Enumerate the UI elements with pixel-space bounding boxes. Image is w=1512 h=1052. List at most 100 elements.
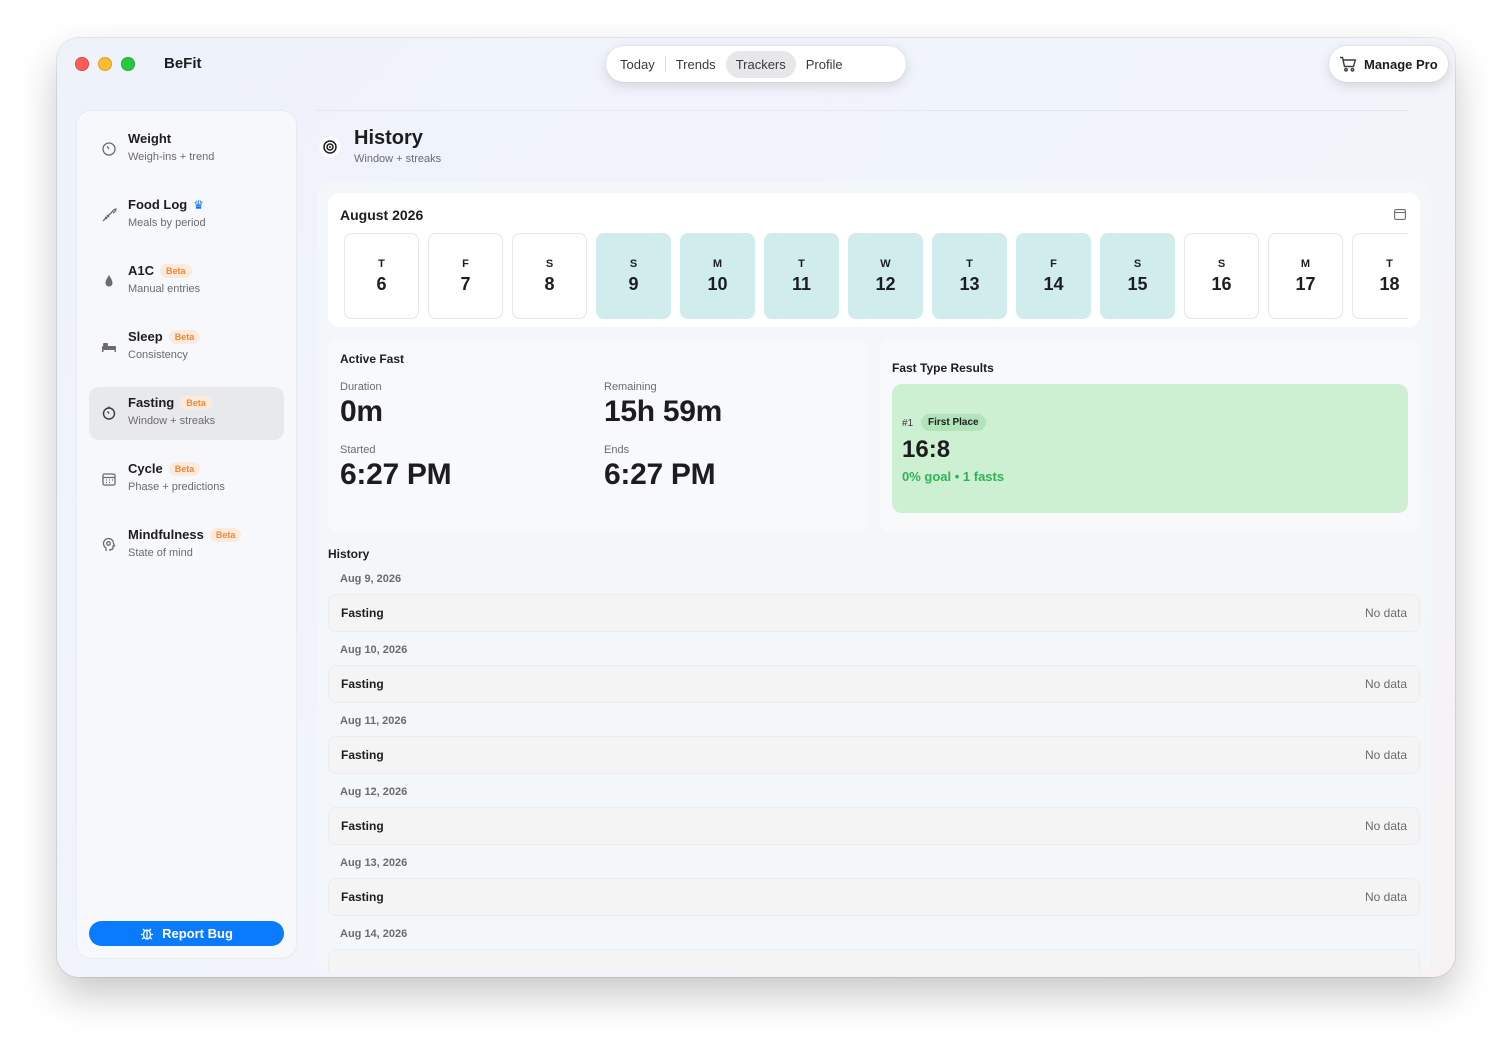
calendar-day-number: 18 xyxy=(1379,273,1400,294)
result-meta: 0% goal • 1 fasts xyxy=(902,469,1005,484)
calendar-day-letter: T xyxy=(798,257,805,270)
calendar-day[interactable]: F7 xyxy=(428,233,503,319)
calendar-day[interactable]: S8 xyxy=(512,233,587,319)
duration-label: Duration xyxy=(340,381,382,393)
history-row-value: No data xyxy=(1364,606,1407,620)
history-row[interactable]: Fasting No data xyxy=(328,736,1420,774)
beta-badge: Beta xyxy=(160,263,192,278)
drop-icon xyxy=(105,275,113,287)
sidebar-item-cycle[interactable]: Cycle Beta Phase + predictions xyxy=(89,453,284,506)
calendar-day-number: 14 xyxy=(1043,273,1064,294)
beta-badge: Beta xyxy=(168,461,201,476)
history-row-value: No data xyxy=(1364,748,1407,762)
remaining-value: 15h 59m xyxy=(604,395,722,428)
result-item[interactable]: #1 First Place 16:8 0% goal • 1 fasts xyxy=(892,384,1408,513)
calendar-day-number: 17 xyxy=(1295,273,1316,294)
calendar-day[interactable]: F 14 xyxy=(1016,233,1091,319)
tab-today[interactable]: Today xyxy=(610,51,665,78)
sidebar-item-title: Mindfulness Beta xyxy=(128,527,242,542)
history-date: Aug 13, 2026 xyxy=(340,857,408,869)
started-label: Started xyxy=(340,444,376,456)
sidebar-item-title: Fasting Beta xyxy=(128,395,212,410)
history-date: Aug 14, 2026 xyxy=(340,928,408,940)
calendar-day-number: 16 xyxy=(1211,273,1232,294)
page-title: History xyxy=(354,127,423,149)
history-row-label: Fasting xyxy=(341,748,384,762)
manage-pro-label: Manage Pro xyxy=(1364,56,1438,72)
calendar-day[interactable]: T 11 xyxy=(764,233,839,319)
sidebar-item-fasting[interactable]: Fasting Beta Window + streaks xyxy=(89,387,284,440)
history-row-value: No data xyxy=(1364,677,1407,691)
beta-badge: Beta xyxy=(168,329,201,344)
sidebar-item-food-log[interactable]: Food Log ♛ Meals by period xyxy=(89,189,284,242)
scale-icon xyxy=(102,142,116,156)
calendar-day-number: 9 xyxy=(628,273,639,294)
tab-trends[interactable]: Trends xyxy=(666,51,726,78)
sidebar-item-title: A1C Beta xyxy=(128,263,192,278)
sidebar-item-subtitle: Meals by period xyxy=(128,217,206,229)
cart-icon xyxy=(1340,56,1357,72)
history-date: Aug 9, 2026 xyxy=(340,573,402,585)
calendar-day-number: 8 xyxy=(544,273,555,294)
calendar-icon[interactable] xyxy=(1394,209,1406,220)
history-row[interactable]: Fasting No data xyxy=(328,878,1420,916)
close-window-button[interactable] xyxy=(75,57,89,71)
calendar-day-number: 7 xyxy=(460,273,471,294)
calendar-day-letter: M xyxy=(1300,257,1311,270)
calendar-day[interactable]: M 17 xyxy=(1268,233,1343,319)
calendar-day-letter: F xyxy=(1050,257,1057,270)
history-row-label: Fasting xyxy=(341,819,384,833)
report-bug-button[interactable]: Report Bug xyxy=(89,921,284,946)
calendar-day-letter: W xyxy=(880,257,891,270)
started-value: 6:27 PM xyxy=(340,458,452,491)
manage-pro-button[interactable]: Manage Pro xyxy=(1329,46,1448,82)
history-row-value: No data xyxy=(1364,819,1407,833)
sidebar-item-a1c[interactable]: A1C Beta Manual entries xyxy=(89,255,284,308)
header-divider xyxy=(316,110,1409,111)
remaining-label: Remaining xyxy=(604,381,657,393)
calendar-day-number: 6 xyxy=(376,273,387,294)
calendar-day[interactable]: T 13 xyxy=(932,233,1007,319)
tab-bar: Today Trends Trackers Profile xyxy=(606,46,906,82)
report-bug-label: Report Bug xyxy=(162,926,233,941)
calendar-day-number: 11 xyxy=(791,273,812,294)
calendar-month: August 2026 xyxy=(340,207,424,223)
calendar-day-letter: S xyxy=(545,257,554,270)
calendar-day[interactable]: M 10 xyxy=(680,233,755,319)
sidebar-item-title: Weight xyxy=(128,131,172,146)
calendar-day[interactable]: S 15 xyxy=(1100,233,1175,319)
sidebar-item-title: Sleep Beta xyxy=(128,329,201,344)
duration-value: 0m xyxy=(340,395,383,428)
sidebar-item-subtitle: Consistency xyxy=(128,349,188,361)
history-row[interactable]: Fasting No data xyxy=(328,807,1420,845)
history-row-label: Fasting xyxy=(341,606,384,620)
history-row[interactable]: Fasting No data xyxy=(328,665,1420,703)
sidebar-item-title: Food Log ♛ xyxy=(128,197,204,212)
zoom-window-button[interactable] xyxy=(121,57,135,71)
sidebar-item-sleep[interactable]: Sleep Beta Consistency xyxy=(89,321,284,374)
sidebar-item-mindfulness[interactable]: Mindfulness Beta State of mind xyxy=(89,519,284,572)
calendar-day[interactable]: T 18 xyxy=(1352,233,1408,319)
calendar-day-number: 15 xyxy=(1127,273,1148,294)
history-date: Aug 11, 2026 xyxy=(340,715,407,727)
active-fast-title: Active Fast xyxy=(340,352,405,366)
calendar-card: August 2026 T 6 F 7 S 8 S 9 M 10 T 11 W 12 T 13 F 14 S 15 S 1… xyxy=(328,193,1420,327)
calendar-day-letter: F xyxy=(462,257,469,270)
tab-profile[interactable]: Profile xyxy=(796,51,853,78)
results-title: Fast Type Results xyxy=(892,361,994,375)
sidebar-item-subtitle: Phase + predictions xyxy=(128,481,225,493)
minimize-window-button[interactable] xyxy=(98,57,112,71)
calendar-day[interactable]: T6 xyxy=(344,233,419,319)
target-icon xyxy=(319,136,341,158)
calendar-day[interactable]: W 12 xyxy=(848,233,923,319)
sidebar-item-weight[interactable]: Weight Weigh-ins + trend xyxy=(89,123,284,176)
sidebar-item-subtitle: Weigh-ins + trend xyxy=(128,151,215,163)
calendar-day[interactable]: S 16 xyxy=(1184,233,1259,319)
tab-trackers[interactable]: Trackers xyxy=(725,50,796,78)
history-row[interactable] xyxy=(328,949,1420,972)
calendar-day[interactable]: S9 xyxy=(596,233,671,319)
day-strip-track: T 6 F 7 S 8 S 9 M 10 T 11 W 12 T 13 F 14 S 15 S 16 M 17 T 18 xyxy=(344,233,1408,319)
history-row-value: No data xyxy=(1364,890,1407,904)
history-row[interactable]: Fasting No data xyxy=(328,594,1420,632)
beta-badge: Beta xyxy=(209,527,242,542)
